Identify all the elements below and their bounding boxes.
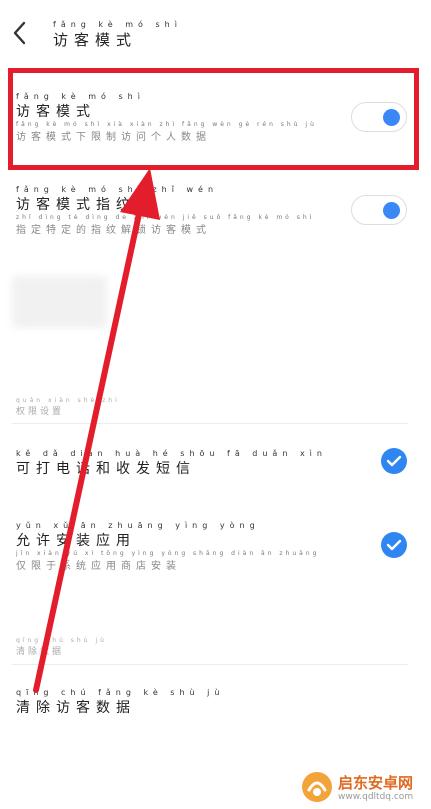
watermark: 启东安卓网 www.qdltdq.com xyxy=(300,766,431,809)
watermark-logo-icon xyxy=(302,772,332,802)
annotation-arrow-icon xyxy=(33,168,160,693)
watermark-brand: 启东安卓网 xyxy=(338,774,414,792)
watermark-url: www.qdltdq.com xyxy=(338,792,414,802)
